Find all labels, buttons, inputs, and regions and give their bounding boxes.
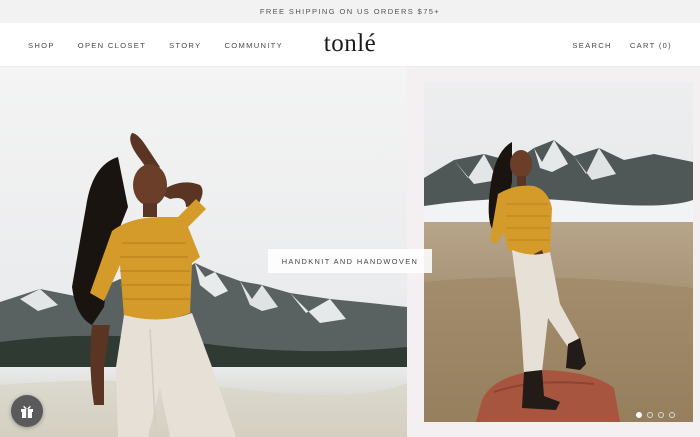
gift-icon	[19, 403, 35, 419]
slide-dot[interactable]	[658, 412, 664, 418]
hero-section: HANDKNIT AND HANDWOVEN	[0, 67, 700, 437]
hero-photo-right	[424, 82, 693, 422]
gift-button[interactable]	[11, 395, 43, 427]
announcement-text: FREE SHIPPING ON US ORDERS $75+	[259, 7, 441, 16]
slide-dot[interactable]	[647, 412, 653, 418]
site-header: SHOP OPEN CLOSET STORY COMMUNITY tonlé S…	[0, 23, 700, 67]
slide-dot[interactable]	[636, 412, 642, 418]
cart-link[interactable]: CART (0)	[630, 41, 672, 50]
hero-caption: HANDKNIT AND HANDWOVEN	[268, 249, 432, 273]
utility-nav: SEARCH CART (0)	[572, 23, 672, 67]
search-link[interactable]: SEARCH	[572, 41, 611, 50]
announcement-bar: FREE SHIPPING ON US ORDERS $75+	[0, 0, 700, 23]
slide-dot[interactable]	[669, 412, 675, 418]
slide-pagination	[636, 412, 675, 418]
hero-photo-right-image	[424, 82, 693, 422]
hero-caption-text: HANDKNIT AND HANDWOVEN	[281, 256, 419, 266]
